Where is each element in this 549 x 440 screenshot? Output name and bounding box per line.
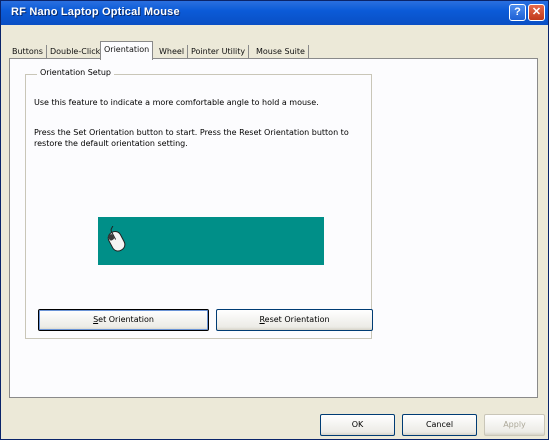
reset-label: eset Orientation [264,315,330,324]
orientation-setup-group [25,74,372,339]
cancel-button[interactable]: Cancel [402,414,477,436]
tab-mouse-suite[interactable]: Mouse Suite [253,45,309,58]
tab-orientation[interactable]: Orientation [100,41,154,60]
reset-orientation-button[interactable]: Reset Orientation [216,309,373,331]
title-bar[interactable]: RF Nano Laptop Optical Mouse ? ✕ [1,1,548,25]
set-orientation-button[interactable]: Set Orientation [38,309,209,331]
close-button[interactable]: ✕ [528,4,545,21]
tab-double-click[interactable]: Double-Click [47,45,105,58]
help-icon: ? [514,6,521,18]
group-title: Orientation Setup [37,68,114,77]
mouse-icon [107,226,126,252]
set-label: et Orientation [98,315,154,324]
tab-buttons[interactable]: Buttons [9,45,47,58]
close-icon: ✕ [531,6,542,18]
dialog-window: RF Nano Laptop Optical Mouse ? ✕ Buttons… [0,0,549,440]
ok-button[interactable]: OK [320,414,395,436]
apply-button[interactable]: Apply [484,414,545,436]
tab-pointer-utility[interactable]: Pointer Utility [188,45,250,58]
help-button[interactable]: ? [509,4,526,21]
description-text: Use this feature to indicate a more comf… [34,98,319,107]
window-title: RF Nano Laptop Optical Mouse [11,6,180,18]
tab-wheel[interactable]: Wheel [156,45,189,58]
instructions-text: Press the Set Orientation button to star… [34,128,349,148]
orientation-preview [98,217,324,265]
